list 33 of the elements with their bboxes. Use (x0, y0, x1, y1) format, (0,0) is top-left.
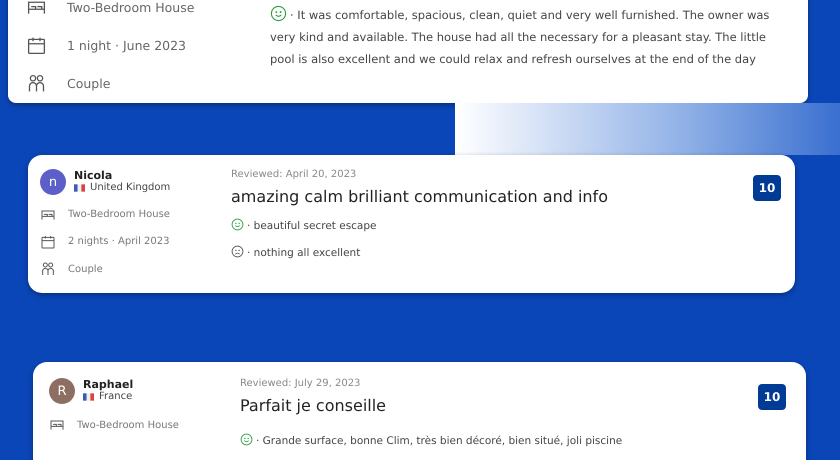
reviewer-name: Raphael (83, 378, 134, 391)
score-badge: 10 (753, 175, 781, 201)
review-title: amazing calm brilliant communication and info (231, 187, 609, 206)
review-date: Reviewed: April 20, 2023 (231, 169, 358, 180)
happy-face-icon (270, 5, 287, 22)
happy-face-icon (231, 218, 244, 231)
detail-text: Couple (67, 76, 110, 90)
review-comment: · Grande surface, bonne Clim, très bien décoré, bien situé, joli piscine (240, 433, 758, 448)
review-comment: · nothing all excellent (231, 245, 753, 260)
detail-text: Two-Bedroom House (77, 420, 179, 430)
detail-text: Two-Bedroom House (67, 0, 194, 14)
country-name: United Kingdom (90, 182, 170, 193)
flag-icon (74, 184, 85, 192)
calendar-icon (26, 34, 47, 56)
happy-face-icon (240, 433, 253, 446)
score-badge: 10 (758, 384, 786, 410)
detail-text: 2 nights · April 2023 (68, 236, 170, 248)
detail-text: 1 night · June 2023 (67, 38, 186, 52)
sad-face-icon (231, 245, 244, 258)
avatar: R (49, 378, 75, 404)
detail-text: Couple (68, 264, 103, 275)
detail-text: Two-Bedroom House (68, 209, 170, 220)
review-title: Parfait je conseille (240, 396, 388, 415)
avatar: n (40, 169, 66, 195)
review-comment: · beautiful secret escape (231, 218, 753, 233)
reviewer-name: Nicola (74, 169, 114, 182)
calendar-icon (40, 234, 56, 250)
country-name: France (99, 391, 132, 402)
review-comment: · It was comfortable, spacious, clean, quiet and very well furnished. The owner was very kind and available. The house had all the necessary for a pleasant stay. The little pool is also excellent and we could relax and refresh ourselves at the end of the day (270, 4, 788, 70)
people-icon (40, 261, 56, 278)
people-icon (26, 72, 47, 94)
flag-icon (83, 392, 94, 400)
review-date: Reviewed: July 29, 2023 (240, 378, 362, 389)
